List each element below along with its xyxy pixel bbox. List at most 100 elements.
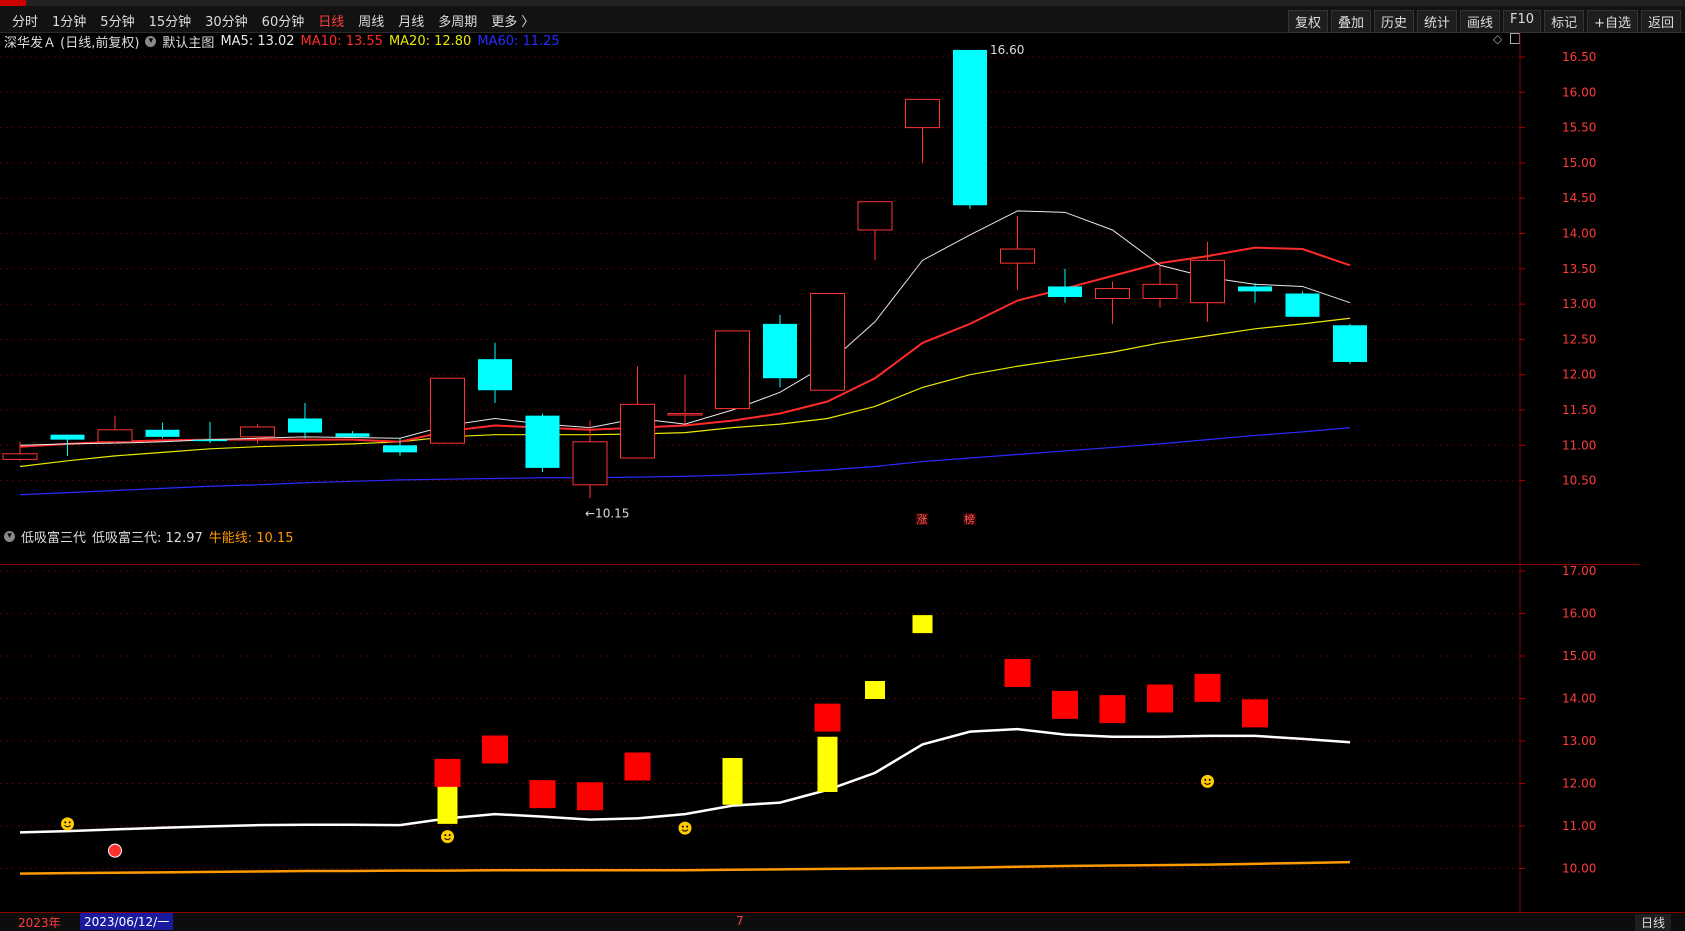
red-block <box>434 758 461 787</box>
candle-body-up <box>2 453 38 460</box>
main-tick-label: 15.50 <box>1562 121 1596 135</box>
main-tick-label: 14.50 <box>1562 191 1596 205</box>
candle-body-up <box>97 429 133 443</box>
smiley-eye <box>444 834 447 837</box>
series-line <box>19 860 1351 875</box>
candle-body-down <box>953 49 987 206</box>
yellow-bar <box>817 736 838 792</box>
main-tick-label: 11.00 <box>1562 438 1596 452</box>
main-tick-label: 12.00 <box>1562 368 1596 382</box>
smiley-icon <box>678 821 692 835</box>
candle-body-down <box>525 415 560 468</box>
main-tick-label: 16.50 <box>1562 50 1596 64</box>
yellow-bar <box>437 785 458 824</box>
candle-body-up <box>810 293 845 391</box>
smiley-icon <box>61 817 74 831</box>
year-label: 2023年 <box>18 916 61 930</box>
candle-body-up <box>1142 283 1178 299</box>
smiley-eye <box>1208 778 1211 781</box>
period-label[interactable]: 日线 <box>1634 914 1671 931</box>
candle-body-down <box>478 359 512 391</box>
high-price-label: 16.60 <box>990 43 1024 57</box>
candle-body-down <box>335 433 370 437</box>
candle-body-down <box>145 429 180 437</box>
main-tick-label: 12.50 <box>1562 332 1596 346</box>
main-tick-label: 10.50 <box>1562 474 1596 488</box>
kline-chart[interactable]: 16.50 16.00 15.50 15.00 14.50 14.00 13.50 13.00… <box>0 0 1685 930</box>
candle-body-up <box>240 426 275 438</box>
sub-tick-label: 17.00 <box>1562 564 1596 578</box>
series-line <box>19 727 1351 834</box>
red-block <box>1194 673 1221 702</box>
yellow-block <box>865 681 885 699</box>
candle-body-up <box>430 377 465 444</box>
sub-tick-label: 13.00 <box>1562 734 1596 748</box>
red-block <box>482 735 508 764</box>
candle-body-up <box>620 403 655 459</box>
smiley-icon <box>441 830 454 844</box>
red-block <box>1099 695 1126 724</box>
candle-body-up <box>857 201 893 231</box>
marker-text: 榜 <box>964 512 975 526</box>
yellow-block <box>912 615 933 634</box>
smiley-eye <box>686 825 689 828</box>
candle-body-down <box>193 439 227 442</box>
smiley-icon <box>1201 774 1214 788</box>
series-line <box>19 427 1351 496</box>
smiley-eye <box>64 821 67 824</box>
sub-tick-label: 15.00 <box>1562 649 1596 663</box>
sub-tick-label: 12.00 <box>1562 777 1596 791</box>
sub-tick-label: 10.00 <box>1562 862 1596 876</box>
candle-body-down <box>288 418 322 433</box>
main-tick-label: 16.00 <box>1562 85 1596 99</box>
yellow-bar <box>722 758 743 805</box>
panel-separator <box>0 564 1640 565</box>
candle-body-up <box>572 441 608 486</box>
smiley-eye <box>448 834 451 837</box>
main-tick-label: 13.50 <box>1562 262 1596 276</box>
sub-tick-label: 14.00 <box>1562 692 1596 706</box>
sub-y-axis: 17.00 16.00 15.00 14.00 13.00 12.00 11.00 10.00 <box>1520 564 1596 876</box>
sub-tick-label: 11.00 <box>1562 819 1596 833</box>
red-block <box>624 752 651 781</box>
candle-body-down <box>1048 286 1082 298</box>
cursor-date: 2023/06/12/一 <box>80 913 174 930</box>
candle-body-up <box>667 413 703 416</box>
smiley-eye <box>681 825 684 828</box>
main-tick-label: 15.00 <box>1562 156 1596 170</box>
red-block <box>1147 684 1173 713</box>
candle-body-up <box>715 330 750 410</box>
candle-body-up <box>905 98 940 129</box>
red-block <box>814 703 841 732</box>
candle-body-down <box>50 434 85 440</box>
candle-body-down <box>383 445 417 453</box>
special-badge-icon <box>108 843 122 858</box>
sub-tick-label: 16.00 <box>1562 607 1596 621</box>
candle-body-up <box>1095 288 1130 299</box>
red-block <box>529 780 556 809</box>
month-mark: 7 <box>736 914 744 928</box>
candle-body-down <box>763 323 797 379</box>
candle-body-down <box>1285 293 1320 317</box>
red-block <box>1052 690 1078 719</box>
candle-body-down <box>1238 286 1272 292</box>
candle-body-up <box>1000 248 1035 264</box>
candle-body-down <box>1333 325 1367 362</box>
red-block <box>1242 699 1268 728</box>
marker-text: 涨 <box>917 513 928 526</box>
sub-indicator <box>19 615 1351 875</box>
candle-body-up <box>1190 259 1225 304</box>
smiley-eye <box>68 821 71 824</box>
grid-lines <box>0 32 1521 912</box>
main-tick-label: 14.00 <box>1562 227 1596 241</box>
main-tick-label: 11.50 <box>1562 403 1596 417</box>
red-block <box>577 782 603 811</box>
smiley-eye <box>1204 778 1207 781</box>
ma60-line <box>19 427 1351 496</box>
red-block <box>1004 659 1031 687</box>
main-y-axis: 16.50 16.00 15.50 15.00 14.50 14.00 13.50 13.00… <box>1520 50 1596 488</box>
main-tick-label: 13.00 <box>1562 297 1596 311</box>
low-price-label: ←10.15 <box>585 506 629 520</box>
candles <box>2 49 1367 499</box>
date-axis-bar: 2023年 2023/06/12/一 7 日线 <box>0 912 1685 931</box>
